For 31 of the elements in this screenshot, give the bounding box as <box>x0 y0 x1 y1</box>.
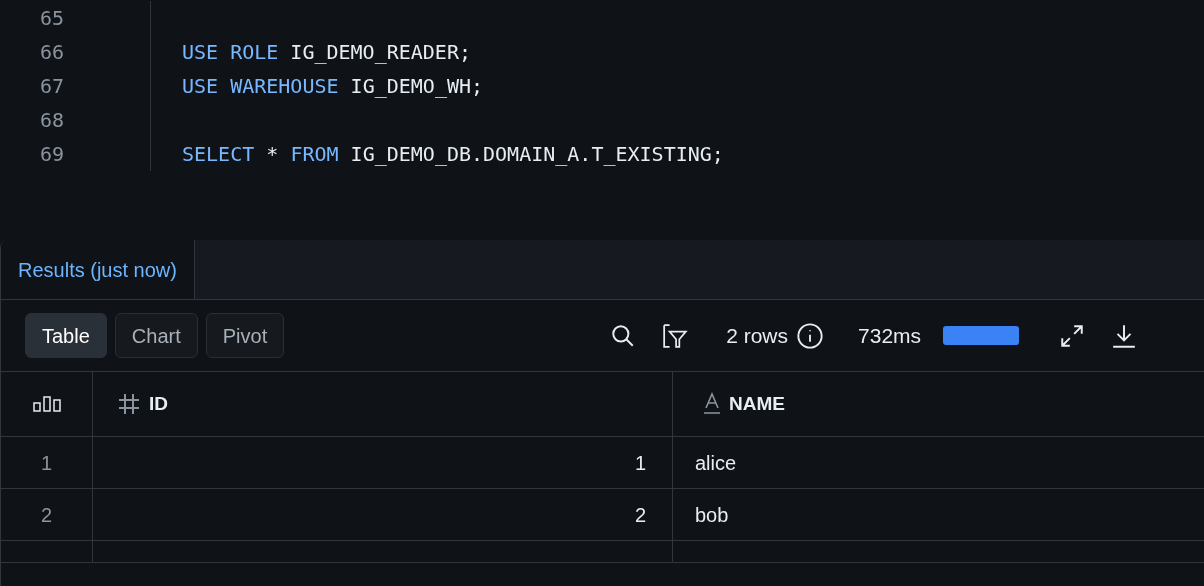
line-number: 68 <box>38 107 64 134</box>
column-title: ID <box>149 391 168 416</box>
text-type-icon <box>703 392 721 416</box>
column-title: NAME <box>729 391 785 416</box>
table-cell-text: alice <box>695 450 737 476</box>
view-tab[interactable]: Pivot <box>205 313 285 358</box>
row-number: 1 <box>40 450 53 476</box>
download-icon[interactable] <box>1111 322 1138 349</box>
bar-chart-icon[interactable] <box>32 396 61 412</box>
expand-icon[interactable] <box>1059 322 1086 349</box>
table-cell-text: 1 <box>634 450 646 476</box>
code-line: SELECT * FROM IG_DEMO_DB.DOMAIN_A.T_EXISTING; <box>182 141 724 168</box>
view-tab[interactable]: Table <box>25 313 107 358</box>
filter-icon[interactable] <box>662 322 689 349</box>
line-number: 66 <box>38 39 64 66</box>
table-cell-text: bob <box>695 502 729 528</box>
code-line: USE WAREHOUSE IG_DEMO_WH; <box>182 73 484 100</box>
info-icon[interactable] <box>796 321 825 350</box>
line-number: 65 <box>38 5 64 32</box>
row-number: 2 <box>40 502 53 528</box>
code-line: USE ROLE IG_DEMO_READER; <box>182 39 471 66</box>
line-number: 67 <box>38 73 64 100</box>
view-tab[interactable]: Chart <box>114 313 198 358</box>
results-tab[interactable]: Results (just now) <box>1 240 195 299</box>
hash-icon <box>117 392 141 416</box>
column-header[interactable]: NAME <box>673 372 1204 437</box>
table-cell-text: 2 <box>634 502 646 528</box>
row-count: 2 rows <box>726 322 789 349</box>
line-number: 69 <box>38 141 64 168</box>
query-duration: 732ms <box>858 322 922 349</box>
column-header[interactable]: ID <box>93 372 673 437</box>
